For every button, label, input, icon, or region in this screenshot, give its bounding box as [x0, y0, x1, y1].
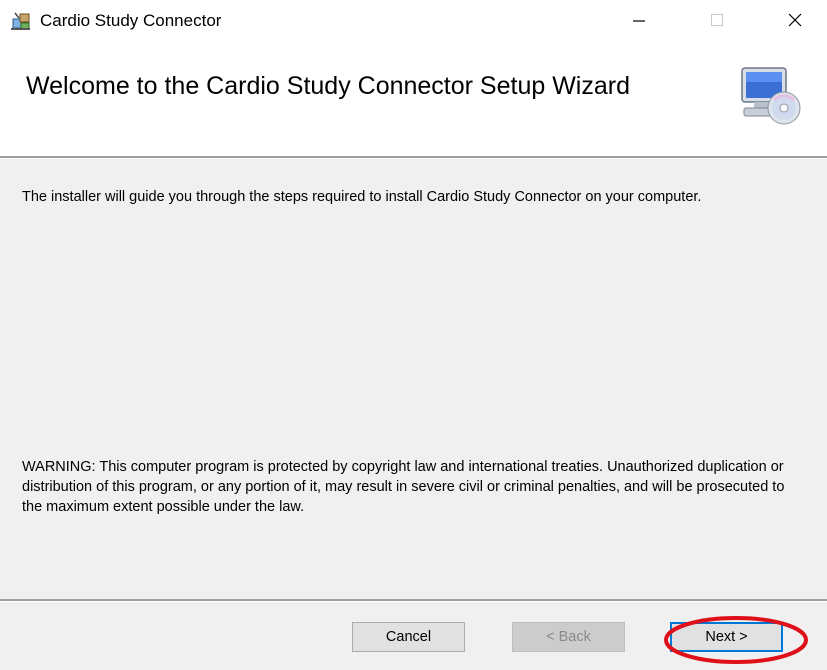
next-button[interactable]: Next >	[670, 622, 783, 652]
close-icon	[788, 13, 802, 27]
minimize-icon	[633, 20, 645, 22]
title-bar: Cardio Study Connector	[0, 0, 827, 44]
installer-icon	[11, 12, 30, 30]
minimize-button[interactable]	[610, 0, 668, 40]
maximize-button[interactable]	[688, 0, 746, 40]
page-title: Welcome to the Cardio Study Connector Se…	[26, 72, 630, 100]
wizard-body: The installer will guide you through the…	[0, 159, 827, 599]
cancel-button[interactable]: Cancel	[352, 622, 465, 652]
button-bar: Cancel < Back Next >	[0, 602, 827, 670]
window-title: Cardio Study Connector	[40, 11, 222, 30]
close-button[interactable]	[766, 0, 824, 40]
maximize-icon	[711, 14, 723, 26]
back-button[interactable]: < Back	[512, 622, 625, 652]
copyright-warning: WARNING: This computer program is protec…	[22, 459, 785, 515]
intro-text: The installer will guide you through the…	[22, 189, 702, 205]
header-banner: Welcome to the Cardio Study Connector Se…	[0, 44, 827, 156]
computer-cd-icon	[741, 67, 801, 125]
